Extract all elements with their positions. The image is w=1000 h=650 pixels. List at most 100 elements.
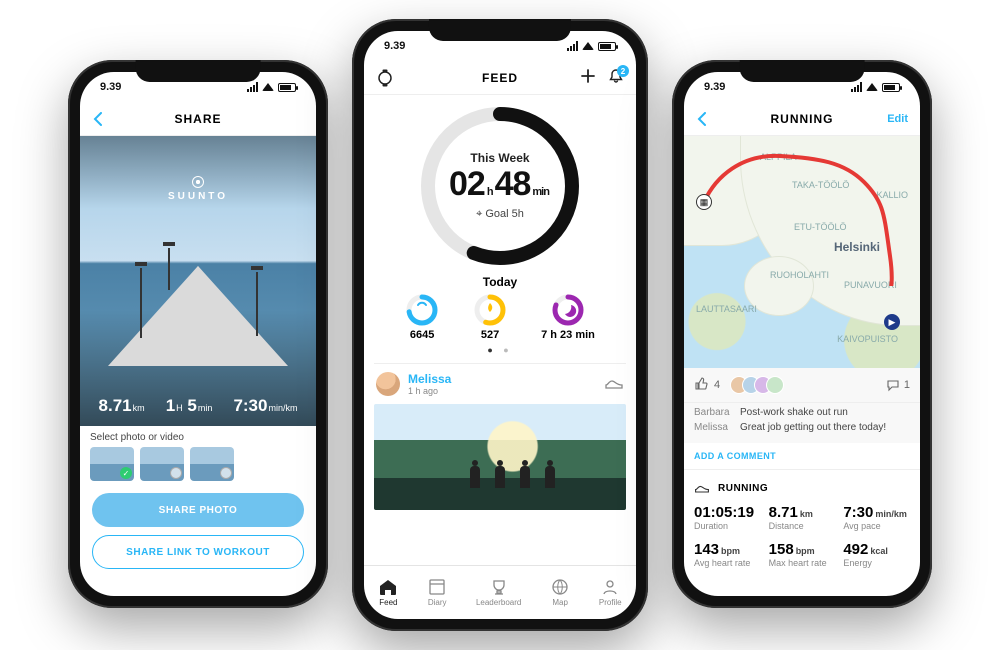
metric-sleep[interactable]: 7 h 23 min xyxy=(541,293,595,341)
watch-button[interactable] xyxy=(376,61,394,94)
notch xyxy=(429,19,571,41)
comment-author[interactable]: Melissa xyxy=(694,420,734,435)
selected-icon: ✓ xyxy=(120,467,132,479)
screen-feed: 9.39 FEED 2 xyxy=(364,31,636,619)
screen-share: 9.39 SHARE SUUNTO 8.71km xyxy=(80,72,316,596)
map-label: LAUTTASAARI xyxy=(696,304,757,314)
liker-avatars[interactable] xyxy=(730,376,784,394)
media-thumbnails: ✓ xyxy=(80,447,316,487)
notch xyxy=(136,60,261,82)
ring-mins: 48 xyxy=(495,165,531,203)
nav-header: SHARE xyxy=(80,102,316,136)
stat-value: 143 xyxy=(694,541,719,558)
stat-max-hr: 158bpm Max heart rate xyxy=(769,541,836,568)
like-button[interactable] xyxy=(694,377,708,394)
nav-header: RUNNING Edit xyxy=(684,102,920,136)
status-icons xyxy=(567,41,616,51)
notification-count: 2 xyxy=(617,65,629,77)
tab-diary[interactable]: Diary xyxy=(427,578,447,607)
clock-label: 9.39 xyxy=(704,81,725,93)
share-photo-preview[interactable]: SUUNTO 8.71km 1H 5min 7:30min/km xyxy=(80,136,316,426)
comment-count: 1 xyxy=(904,379,910,391)
like-count: 4 xyxy=(714,379,720,391)
share-photo-button[interactable]: SHARE PHOTO xyxy=(92,493,304,527)
comment-text: Great job getting out there today! xyxy=(740,420,886,435)
stat-value: 492 xyxy=(843,541,868,558)
back-button[interactable] xyxy=(696,102,708,135)
sleep-value: 7 h 23 min xyxy=(541,329,595,341)
feed-header: Melissa 1 h ago xyxy=(374,364,626,404)
running-shoe-icon xyxy=(694,480,710,496)
thumb-1[interactable]: ✓ xyxy=(90,447,134,481)
status-icons xyxy=(247,82,296,92)
cta-column: SHARE PHOTO SHARE LINK TO WORKOUT xyxy=(80,487,316,581)
battery-icon xyxy=(598,42,616,51)
pace-unit: min/km xyxy=(268,403,297,413)
today-label: Today xyxy=(364,275,636,289)
social-bar: 4 1 xyxy=(684,368,920,403)
duration-mins: 5 xyxy=(187,396,196,415)
tab-leaderboard[interactable]: Leaderboard xyxy=(476,578,521,607)
stat-duration: 01:05:19 Duration xyxy=(694,504,761,531)
notch xyxy=(740,60,865,82)
weekly-ring[interactable]: This Week 02h48min ⌖ Goal 5h xyxy=(364,95,636,271)
edit-button[interactable]: Edit xyxy=(887,102,908,135)
page-dots[interactable]: ● ● xyxy=(364,345,636,355)
stat-unit: min/km xyxy=(875,509,907,519)
comment-author[interactable]: Barbara xyxy=(694,405,734,420)
back-button[interactable] xyxy=(92,102,104,135)
feed-card[interactable]: Melissa 1 h ago xyxy=(374,363,626,510)
tab-feed[interactable]: Feed xyxy=(378,578,398,607)
stat-label: Energy xyxy=(843,558,910,568)
tab-profile-label: Profile xyxy=(599,598,622,607)
unselected-icon xyxy=(220,467,232,479)
calories-value: 527 xyxy=(481,329,499,341)
feed-user-name[interactable]: Melissa xyxy=(408,372,451,386)
stat-label: Distance xyxy=(769,521,836,531)
stat-distance: 8.71km Distance xyxy=(769,504,836,531)
thumb-2[interactable] xyxy=(140,447,184,481)
phone-running: 9.39 RUNNING Edit ALPPILA TAKA-TÖÖLÖ ETU… xyxy=(672,60,932,608)
feed-image[interactable] xyxy=(374,404,626,510)
plus-icon xyxy=(580,68,596,84)
route-map[interactable]: ALPPILA TAKA-TÖÖLÖ ETU-TÖÖLÖ RUOHOLAHTI … xyxy=(684,136,920,368)
share-link-button[interactable]: SHARE LINK TO WORKOUT xyxy=(92,535,304,569)
avatar[interactable] xyxy=(376,372,400,396)
add-button[interactable] xyxy=(580,68,596,87)
today-metrics: 6645 527 7 h 23 min xyxy=(364,293,636,341)
unselected-icon xyxy=(170,467,182,479)
activity-label: RUNNING xyxy=(718,483,768,494)
stat-label: Duration xyxy=(694,521,761,531)
ring-m-unit: min xyxy=(532,186,549,198)
stat-label: Max heart rate xyxy=(769,558,836,568)
tab-diary-label: Diary xyxy=(428,598,447,607)
comment-button[interactable]: 1 xyxy=(886,378,910,392)
feed-time: 1 h ago xyxy=(408,386,451,396)
notifications-button[interactable]: 2 xyxy=(608,68,624,87)
thumb-3[interactable] xyxy=(190,447,234,481)
page-title: FEED xyxy=(482,71,518,85)
tab-map[interactable]: Map xyxy=(550,578,570,607)
header-actions: 2 xyxy=(580,61,624,94)
ring-center: This Week 02h48min ⌖ Goal 5h xyxy=(417,103,583,269)
add-comment-button[interactable]: ADD A COMMENT xyxy=(684,443,920,470)
duration-h-unit: H xyxy=(176,403,183,413)
stat-unit: kcal xyxy=(870,546,888,556)
battery-icon xyxy=(882,83,900,92)
tab-leaderboard-label: Leaderboard xyxy=(476,598,521,607)
page-title: SHARE xyxy=(174,112,221,126)
phone-share: 9.39 SHARE SUUNTO 8.71km xyxy=(68,60,328,608)
stat-unit: km xyxy=(800,509,813,519)
cell-signal-icon xyxy=(851,82,862,92)
stat-duration: 1H 5min xyxy=(166,396,213,416)
tab-map-label: Map xyxy=(552,598,568,607)
tab-profile[interactable]: Profile xyxy=(599,578,622,607)
comments-list: Barbara Post-work shake out run Melissa … xyxy=(684,403,920,443)
ring-goal: ⌖ Goal 5h xyxy=(476,208,524,221)
duration-hours: 1 xyxy=(166,396,175,415)
activity-type-icon xyxy=(604,376,624,393)
metric-calories[interactable]: 527 xyxy=(473,293,507,341)
metric-steps[interactable]: 6645 xyxy=(405,293,439,341)
select-media-label: Select photo or video xyxy=(80,426,316,447)
overlay-stats: 8.71km 1H 5min 7:30min/km xyxy=(80,396,316,416)
